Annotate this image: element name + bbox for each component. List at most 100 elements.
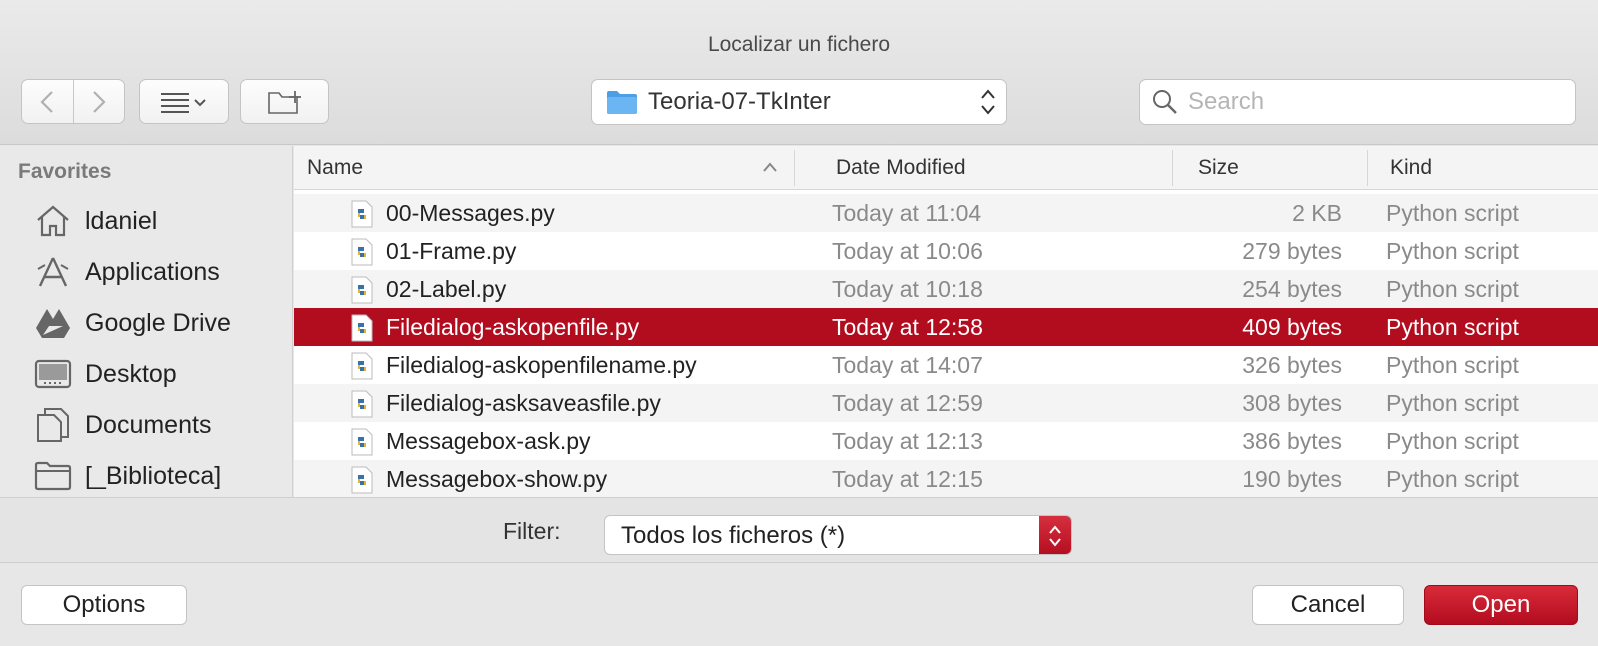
python-file-icon bbox=[351, 390, 373, 418]
file-size: 279 bytes bbox=[1242, 237, 1342, 264]
list-view-icon bbox=[161, 92, 206, 113]
python-file-icon bbox=[351, 466, 373, 494]
search-icon bbox=[1153, 90, 1177, 114]
search-input[interactable] bbox=[1188, 88, 1558, 116]
sidebar-item-label: Google Drive bbox=[85, 308, 231, 337]
toolbar: Localizar un fichero Teoria-07-TkInter S… bbox=[0, 0, 1598, 145]
python-file-icon bbox=[351, 276, 373, 304]
sidebar-item-biblioteca[interactable]: [_Biblioteca] bbox=[0, 450, 292, 497]
file-date: Today at 14:07 bbox=[832, 351, 983, 378]
back-button[interactable] bbox=[22, 80, 73, 123]
file-kind: Python script bbox=[1386, 199, 1519, 226]
filter-dropdown-button[interactable] bbox=[1039, 516, 1071, 554]
new-folder-icon bbox=[267, 90, 301, 114]
documents-icon bbox=[33, 405, 73, 445]
table-row[interactable]: Filedialog-askopenfilename.py Today at 1… bbox=[294, 346, 1598, 384]
sidebar-item-home[interactable]: ldaniel bbox=[0, 195, 292, 247]
filter-bar: Filter: Todos los ficheros (*) bbox=[0, 497, 1598, 563]
table-row[interactable]: 01-Frame.py Today at 10:06 279 bytes Pyt… bbox=[294, 232, 1598, 270]
path-popup[interactable]: Teoria-07-TkInter bbox=[591, 79, 1007, 125]
folder-icon bbox=[33, 456, 73, 496]
search-field[interactable] bbox=[1139, 79, 1576, 125]
file-kind: Python script bbox=[1386, 275, 1519, 302]
file-name: Messagebox-ask.py bbox=[386, 427, 591, 454]
file-date: Today at 12:15 bbox=[832, 465, 983, 492]
new-folder-button[interactable] bbox=[240, 79, 329, 124]
table-row[interactable]: Messagebox-show.py Today at 12:15 190 by… bbox=[294, 460, 1598, 497]
file-name: 02-Label.py bbox=[386, 275, 507, 302]
sidebar-item-google-drive[interactable]: Google Drive bbox=[0, 297, 292, 349]
file-kind: Python script bbox=[1386, 465, 1519, 492]
column-date-modified[interactable]: Date Modified bbox=[836, 146, 966, 190]
file-dialog-window: Localizar un fichero Teoria-07-TkInter S… bbox=[0, 0, 1598, 646]
file-size: 190 bytes bbox=[1242, 465, 1342, 492]
column-kind[interactable]: Kind bbox=[1390, 146, 1432, 190]
file-kind: Python script bbox=[1386, 427, 1519, 454]
file-size: 326 bytes bbox=[1242, 351, 1342, 378]
up-down-chevron-icon bbox=[981, 89, 995, 115]
file-name: Messagebox-show.py bbox=[386, 465, 608, 492]
python-file-icon bbox=[351, 428, 373, 456]
python-file-icon bbox=[351, 352, 373, 380]
file-name: 01-Frame.py bbox=[386, 237, 517, 264]
file-kind: Python script bbox=[1386, 313, 1519, 340]
sidebar-item-desktop[interactable]: Desktop bbox=[0, 348, 292, 400]
up-down-chevron-icon bbox=[1049, 525, 1061, 547]
button-bar: Options Cancel Open bbox=[0, 563, 1598, 646]
python-file-icon bbox=[351, 238, 373, 266]
file-name: Filedialog-askopenfilename.py bbox=[386, 351, 697, 378]
file-size: 2 KB bbox=[1292, 199, 1342, 226]
sidebar: Favorites ldaniel Applications Google Dr… bbox=[0, 146, 293, 497]
column-name[interactable]: Name bbox=[307, 146, 363, 190]
file-size: 386 bytes bbox=[1242, 427, 1342, 454]
chevron-right-icon bbox=[93, 90, 106, 113]
table-row[interactable]: 00-Messages.py Today at 11:04 2 KB Pytho… bbox=[294, 194, 1598, 232]
options-button[interactable]: Options bbox=[21, 585, 187, 625]
home-icon bbox=[33, 201, 73, 241]
table-row[interactable]: Messagebox-ask.py Today at 12:13 386 byt… bbox=[294, 422, 1598, 460]
python-file-icon bbox=[351, 200, 373, 228]
sort-ascending-icon bbox=[763, 162, 777, 172]
table-row[interactable]: Filedialog-asksaveasfile.py Today at 12:… bbox=[294, 384, 1598, 422]
file-name: Filedialog-askopenfile.py bbox=[386, 313, 640, 340]
view-mode-button[interactable] bbox=[139, 79, 229, 124]
sidebar-item-label: Documents bbox=[85, 410, 212, 439]
sidebar-item-label: [_Biblioteca] bbox=[85, 461, 222, 490]
sidebar-section-favorites: Favorites bbox=[18, 160, 112, 183]
filter-label: Filter: bbox=[503, 518, 561, 544]
file-date: Today at 11:04 bbox=[832, 199, 982, 226]
sidebar-item-label: ldaniel bbox=[85, 206, 158, 235]
file-kind: Python script bbox=[1386, 351, 1519, 378]
file-size: 308 bytes bbox=[1242, 389, 1342, 416]
table-row-selected[interactable]: Filedialog-askopenfile.py Today at 12:58… bbox=[294, 308, 1598, 346]
file-date: Today at 12:58 bbox=[832, 313, 983, 340]
python-file-icon bbox=[351, 314, 373, 342]
file-rows: 00-Messages.py Today at 11:04 2 KB Pytho… bbox=[294, 194, 1598, 497]
file-size: 254 bytes bbox=[1242, 275, 1342, 302]
file-list: Name Date Modified Size Kind 00-Messages… bbox=[294, 146, 1598, 497]
file-date: Today at 10:18 bbox=[832, 275, 983, 302]
path-label: Teoria-07-TkInter bbox=[648, 88, 831, 115]
table-row[interactable]: 02-Label.py Today at 10:18 254 bytes Pyt… bbox=[294, 270, 1598, 308]
file-size: 409 bytes bbox=[1242, 313, 1342, 340]
file-date: Today at 12:13 bbox=[832, 427, 983, 454]
filter-select[interactable]: Todos los ficheros (*) bbox=[604, 515, 1072, 555]
sidebar-item-applications[interactable]: Applications bbox=[0, 246, 292, 298]
sidebar-item-label: Applications bbox=[85, 257, 220, 286]
column-size[interactable]: Size bbox=[1198, 146, 1239, 190]
google-drive-icon bbox=[33, 303, 73, 343]
file-date: Today at 10:06 bbox=[832, 237, 983, 264]
sidebar-item-label: Desktop bbox=[85, 359, 177, 388]
sidebar-item-documents[interactable]: Documents bbox=[0, 399, 292, 451]
column-header: Name Date Modified Size Kind bbox=[294, 146, 1598, 190]
forward-button[interactable] bbox=[72, 80, 124, 123]
file-name: Filedialog-asksaveasfile.py bbox=[386, 389, 661, 416]
nav-button-group bbox=[21, 79, 125, 124]
cancel-button[interactable]: Cancel bbox=[1252, 585, 1404, 625]
file-kind: Python script bbox=[1386, 389, 1519, 416]
filter-value: Todos los ficheros (*) bbox=[621, 522, 846, 549]
file-kind: Python script bbox=[1386, 237, 1519, 264]
file-name: 00-Messages.py bbox=[386, 199, 555, 226]
window-title: Localizar un fichero bbox=[707, 33, 891, 56]
open-button[interactable]: Open bbox=[1424, 585, 1578, 625]
